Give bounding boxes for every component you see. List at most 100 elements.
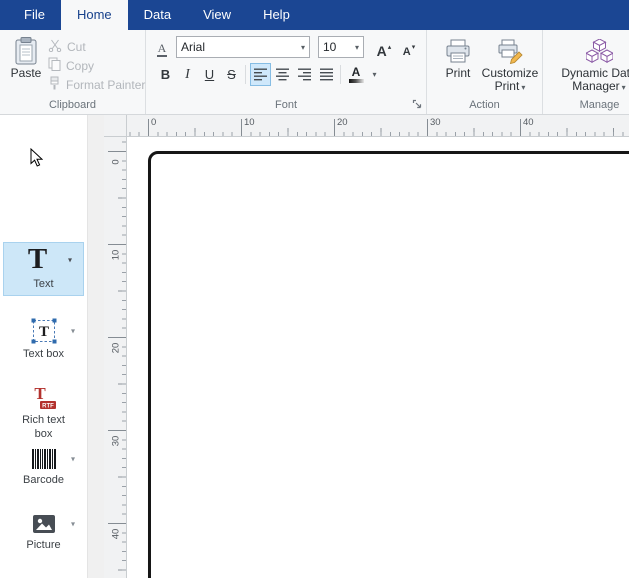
copy-icon (48, 57, 61, 74)
group-title-font: Font (146, 99, 426, 111)
caret-up-icon: ▴ (388, 44, 392, 52)
format-painter-button: Format Painter (48, 76, 145, 93)
tool-rectangle[interactable]: Rectangle (3, 574, 84, 578)
cut-label: Cut (67, 40, 86, 54)
picture-icon (32, 514, 56, 534)
separator (340, 65, 341, 84)
mouse-cursor (30, 148, 43, 172)
rtf-badge: RTF (42, 404, 54, 410)
separator (245, 65, 246, 84)
customize-print-label-2: Print (495, 79, 520, 93)
shrink-font-button[interactable]: A ▾ (398, 36, 420, 60)
chevron-down-icon[interactable]: ▾ (71, 327, 75, 336)
group-action: Print Customize Print▾ Action (427, 30, 543, 114)
tab-file[interactable]: File (8, 0, 61, 30)
svg-text:T: T (34, 384, 46, 403)
chevron-down-icon[interactable]: ▾ (71, 520, 75, 529)
align-left-button[interactable] (250, 63, 271, 86)
ddm-label-2: Manager (572, 79, 619, 93)
chevron-down-icon: ▾ (372, 70, 376, 79)
horizontal-ruler: 010203040 (127, 115, 629, 137)
group-title-manage: Manage (543, 99, 629, 111)
italic-button[interactable]: I (177, 63, 198, 86)
align-center-button[interactable] (272, 63, 293, 86)
font-family-value: Arial (181, 40, 298, 54)
cut-button: Cut (48, 38, 86, 55)
underline-button[interactable]: U (199, 63, 220, 86)
group-title-action: Action (427, 99, 542, 111)
copy-label: Copy (66, 59, 94, 73)
ribbon: Paste Cut C (0, 30, 629, 115)
print-button[interactable]: Print (437, 33, 479, 80)
svg-text:T: T (38, 324, 48, 340)
bold-button[interactable]: B (155, 63, 176, 86)
tool-barcode[interactable]: ▾ Barcode (3, 446, 84, 488)
menu-bar: File Home Data View Help (0, 0, 629, 30)
align-right-icon (297, 68, 312, 81)
strikethrough-button[interactable]: S (221, 63, 242, 86)
tool-label: Picture (14, 539, 74, 553)
toolbox-panel: T ▾ Text T ▾ Text box (0, 115, 87, 578)
ruler-minor-ticks (127, 132, 629, 136)
ruler-major-tick (427, 119, 428, 136)
align-center-icon (275, 68, 290, 81)
text-box-icon: T (31, 318, 57, 344)
paste-icon (13, 35, 39, 67)
paste-button[interactable]: Paste (6, 33, 46, 80)
dynamic-data-manager-icon (586, 35, 613, 67)
font-icon: A (154, 39, 170, 57)
tool-text-box[interactable]: T ▾ Text box (3, 316, 84, 362)
align-left-icon (253, 68, 268, 81)
ruler-number: 10 (244, 117, 255, 128)
align-right-button[interactable] (294, 63, 315, 86)
chevron-down-icon: ▾ (352, 43, 359, 52)
ruler-major-tick (520, 119, 521, 136)
cut-icon (48, 39, 62, 55)
tab-data[interactable]: Data (128, 0, 187, 30)
print-label: Print (446, 67, 471, 80)
ruler-major-tick (148, 119, 149, 136)
copy-button: Copy (48, 57, 94, 74)
tool-label: Text box (14, 348, 74, 362)
ruler-corner (104, 115, 127, 137)
chevron-down-icon: ▾ (298, 43, 305, 52)
grow-font-button[interactable]: A ▴ (372, 36, 396, 60)
tab-home[interactable]: Home (61, 0, 128, 30)
dialog-launcher-icon (412, 99, 422, 109)
group-title-clipboard: Clipboard (0, 99, 145, 111)
ruler-number: 0 (109, 151, 123, 174)
paste-label: Paste (11, 67, 42, 80)
align-justify-button[interactable] (316, 63, 337, 86)
customize-print-button[interactable]: Customize Print▾ (481, 33, 539, 94)
label-page[interactable] (148, 151, 629, 578)
ruler-major-tick (241, 119, 242, 136)
align-justify-icon (319, 68, 334, 81)
tool-label: Barcode (14, 474, 74, 488)
tool-rich-text-box[interactable]: T RTF Rich text box (3, 382, 84, 441)
chevron-down-icon: ▾ (521, 83, 525, 92)
font-color-dropdown[interactable]: ▾ (368, 63, 381, 86)
tab-help[interactable]: Help (247, 0, 306, 30)
chevron-down-icon[interactable]: ▾ (68, 255, 72, 264)
chevron-down-icon: ▾ (622, 83, 626, 92)
font-size-combo[interactable]: 10 ▾ (318, 36, 364, 58)
font-dialog-launcher[interactable] (411, 98, 423, 110)
toolbox-scrollbar[interactable] (87, 115, 104, 578)
group-font: A Arial ▾ 10 ▾ A ▴ A ▾ B I U S (146, 30, 427, 114)
ruler-major-tick (334, 119, 335, 136)
barcode-icon (32, 449, 56, 469)
ruler-number: 40 (109, 523, 123, 546)
ruler-number: 20 (337, 117, 348, 128)
tool-text[interactable]: T ▾ Text (3, 242, 84, 296)
ruler-minor-ticks (122, 137, 126, 578)
design-canvas[interactable] (127, 137, 629, 578)
font-family-combo[interactable]: Arial ▾ (176, 36, 310, 58)
chevron-down-icon[interactable]: ▾ (71, 455, 75, 464)
tab-view[interactable]: View (187, 0, 247, 30)
font-color-button[interactable]: A (344, 63, 368, 86)
dynamic-data-manager-button[interactable]: Dynamic Data Manager▾ (555, 33, 629, 94)
tool-picture[interactable]: ▾ Picture (3, 511, 84, 553)
label-designer-window: File Home Data View Help Paste (0, 0, 629, 578)
format-painter-label: Format Painter (66, 78, 145, 92)
tool-label: Text (14, 278, 74, 292)
